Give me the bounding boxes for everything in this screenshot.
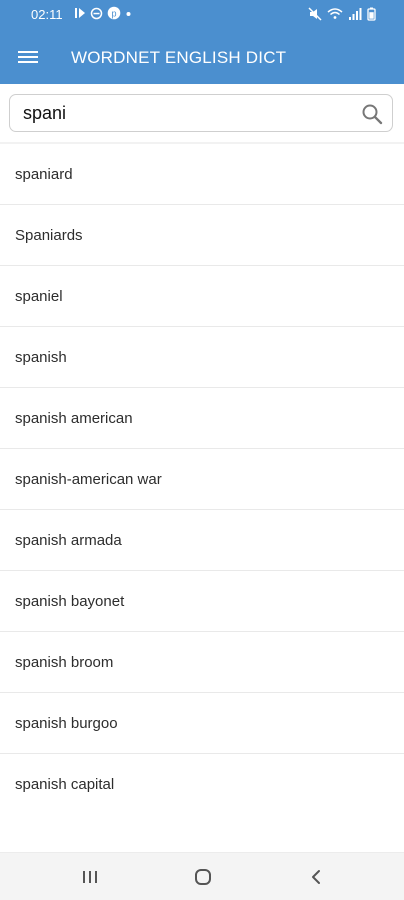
- recents-icon: [83, 871, 97, 883]
- list-item[interactable]: spaniel: [0, 266, 404, 327]
- navigation-bar: [0, 852, 404, 900]
- recents-button[interactable]: [70, 862, 110, 892]
- hamburger-menu-icon: [18, 51, 38, 63]
- status-left-icons: p: [74, 6, 132, 20]
- list-item[interactable]: spanish bayonet: [0, 571, 404, 632]
- list-item[interactable]: spanish broom: [0, 632, 404, 693]
- status-bar: 02:11 p: [0, 0, 404, 30]
- list-item[interactable]: spaniard: [0, 144, 404, 205]
- home-button[interactable]: [183, 862, 223, 892]
- search-icon: [362, 104, 383, 125]
- status-time: 02:11: [31, 7, 63, 22]
- media-play-icon: [75, 8, 85, 18]
- list-item[interactable]: spanish: [0, 327, 404, 388]
- svg-text:p: p: [111, 8, 116, 18]
- app-bar: WORDNET ENGLISH DICT: [0, 30, 404, 84]
- circle-minus-icon: [90, 7, 103, 19]
- list-item[interactable]: spanish armada: [0, 510, 404, 571]
- list-item[interactable]: spanish american: [0, 388, 404, 449]
- search-input[interactable]: [23, 101, 353, 125]
- word-list: spaniard Spaniards spaniel spanish spani…: [0, 144, 404, 815]
- signal-icon: [349, 8, 362, 20]
- list-item[interactable]: spanish capital: [0, 754, 404, 815]
- pinterest-icon: p: [107, 6, 121, 20]
- back-button[interactable]: [296, 862, 336, 892]
- home-icon: [195, 869, 211, 885]
- search-button[interactable]: [360, 102, 384, 126]
- app-title: WORDNET ENGLISH DICT: [71, 48, 287, 67]
- menu-button[interactable]: [14, 44, 42, 70]
- mute-icon: [308, 7, 322, 21]
- list-item[interactable]: spanish-american war: [0, 449, 404, 510]
- battery-icon: [367, 7, 376, 21]
- list-item[interactable]: spanish burgoo: [0, 693, 404, 754]
- search-box[interactable]: [9, 94, 393, 132]
- list-item[interactable]: Spaniards: [0, 205, 404, 266]
- wifi-icon: [327, 8, 343, 19]
- dot-icon: [126, 12, 131, 16]
- back-icon: [312, 870, 320, 884]
- status-right-icons: [308, 7, 376, 21]
